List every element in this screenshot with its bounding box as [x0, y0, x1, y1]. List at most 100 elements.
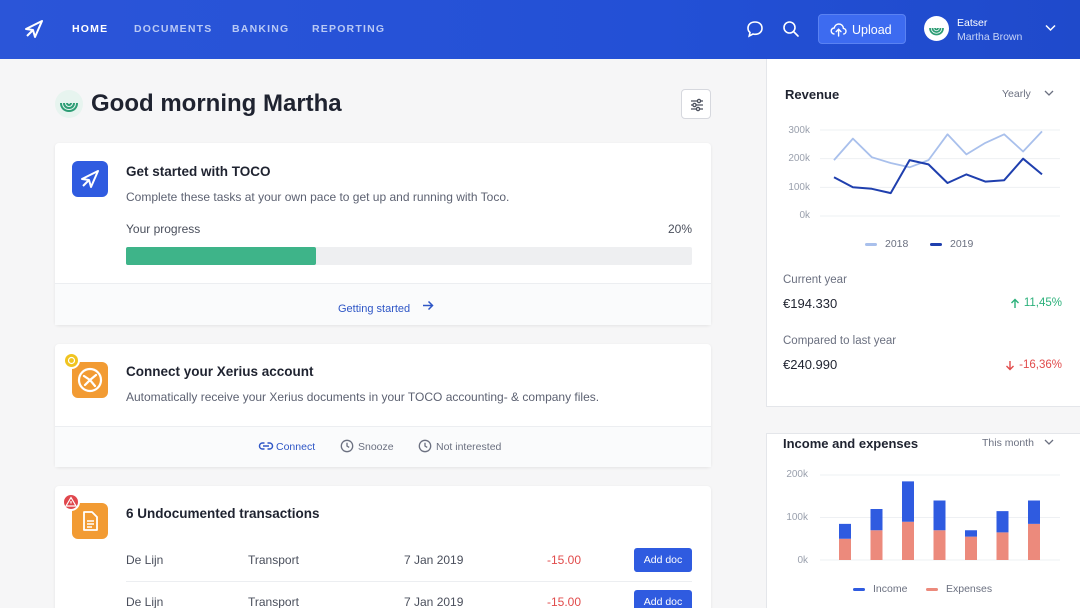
legend-2018: 2018 [865, 238, 909, 250]
chevron-down-icon [1044, 90, 1054, 96]
get-started-footer: Getting started [55, 283, 711, 325]
nav-documents[interactable]: DOCUMENTS [134, 23, 212, 35]
income-expenses-bar-chart [820, 474, 1060, 561]
progress-value: 20% [667, 222, 692, 236]
sliders-icon [691, 98, 703, 112]
getting-started-label: Getting started [338, 303, 411, 315]
legend-expenses: Expenses [926, 583, 993, 595]
upload-button[interactable]: Upload [818, 14, 906, 44]
xerius-footer: Connect Snooze Not interested [55, 426, 711, 467]
clock-icon [418, 439, 432, 453]
not-interested-label: Not interested [436, 441, 502, 453]
transaction-payee: De Lijn [126, 553, 164, 567]
revenue-y-tick: 300k [788, 125, 810, 136]
snooze-button[interactable]: Snooze [340, 439, 394, 453]
expenses-bar [870, 530, 883, 560]
company-badge-icon [55, 90, 83, 118]
transactions-title: 6 Undocumented transactions [126, 506, 320, 521]
xerius-title: Connect your Xerius account [126, 364, 314, 379]
compared-change-value: -16,36% [1019, 359, 1062, 371]
revenue-y-tick: 200k [788, 153, 810, 164]
income-bar [870, 509, 883, 531]
income-bar [965, 530, 977, 537]
income-y-tick: 100k [786, 512, 808, 523]
not-interested-button[interactable]: Not interested [418, 439, 502, 453]
compared-change: -16,36% [1006, 359, 1062, 371]
warning-icon [62, 493, 80, 511]
income-bar [996, 511, 1009, 533]
get-started-title: Get started with TOCO [126, 164, 271, 179]
progress-bar-fill [126, 247, 316, 265]
nav-reporting[interactable]: REPORTING [312, 23, 385, 35]
compared-label: Compared to last year [783, 335, 897, 347]
current-year-value: €194.330 [783, 296, 838, 311]
income-bar [933, 500, 946, 531]
top-navigation-bar: HOME DOCUMENTS BANKING REPORTING Upload … [0, 0, 1080, 59]
arrow-right-icon [423, 300, 434, 311]
progress-bar [126, 247, 692, 265]
income-bar [902, 481, 914, 522]
connect-button[interactable]: Connect [258, 441, 316, 453]
legend-expenses-label: Expenses [946, 583, 993, 595]
current-year-change-value: 11,45% [1023, 297, 1062, 309]
income-period-value: This month [982, 437, 1034, 449]
transaction-amount: -15.00 [547, 553, 582, 567]
transaction-category: Transport [248, 553, 299, 567]
avatar[interactable] [924, 16, 949, 41]
transaction-date: 7 Jan 2019 [404, 553, 464, 567]
income-expenses-title: Income and expenses [783, 436, 919, 451]
legend-2019: 2019 [930, 238, 974, 250]
arrow-down-icon [1006, 361, 1015, 371]
expenses-bar [1028, 523, 1040, 560]
expenses-bar [996, 532, 1009, 560]
link-icon [258, 442, 274, 450]
add-doc-button[interactable]: Add doc [634, 548, 692, 572]
nav-home[interactable]: HOME [72, 23, 108, 35]
revenue-line-chart [820, 129, 1060, 217]
arrow-up-icon [1010, 298, 1019, 308]
transaction-payee: De Lijn [126, 595, 164, 608]
revenue-title: Revenue [785, 87, 840, 102]
revenue-series-2019 [833, 157, 1043, 195]
transaction-amount: -15.00 [547, 595, 582, 608]
expenses-bar [902, 521, 914, 560]
get-started-description: Complete these tasks at your own pace to… [126, 190, 510, 204]
add-doc-button[interactable]: Add doc [634, 590, 692, 608]
nav-banking[interactable]: BANKING [232, 23, 289, 35]
income-y-tick: 200k [786, 469, 808, 480]
chat-icon[interactable] [745, 19, 765, 39]
legend-2019-label: 2019 [950, 238, 974, 250]
user-company: Eatser [957, 17, 988, 29]
revenue-y-tick: 100k [788, 182, 810, 193]
chevron-down-icon [1044, 439, 1054, 445]
current-year-label: Current year [783, 274, 847, 286]
toco-logo-icon [72, 161, 108, 197]
page-title: Good morning Martha [91, 90, 342, 117]
progress-label: Your progress [126, 222, 201, 236]
search-icon[interactable] [781, 19, 801, 39]
compared-value: €240.990 [783, 357, 838, 372]
coin-badge-icon [63, 352, 80, 369]
connect-label: Connect [276, 441, 316, 453]
expenses-bar [965, 536, 977, 560]
upload-button-label: Upload [852, 23, 892, 37]
transaction-category: Transport [248, 595, 299, 608]
getting-started-link[interactable]: Getting started [338, 299, 434, 317]
legend-income-label: Income [873, 583, 908, 595]
chevron-down-icon[interactable] [1045, 24, 1056, 32]
app-logo-icon[interactable] [24, 19, 44, 39]
xerius-card: Connect your Xerius account Automaticall… [55, 344, 711, 467]
legend-2018-label: 2018 [885, 238, 909, 250]
income-y-tick: 0k [797, 555, 808, 566]
user-name: Martha Brown [957, 31, 1023, 43]
xerius-description: Automatically receive your Xerius docume… [126, 390, 600, 404]
clock-icon [340, 439, 354, 453]
transaction-date: 7 Jan 2019 [404, 595, 464, 608]
transactions-card: 6 Undocumented transactions De Lijn Tran… [55, 486, 711, 608]
snooze-label: Snooze [358, 441, 394, 453]
income-bar [839, 523, 851, 539]
settings-button[interactable] [681, 89, 711, 119]
expenses-bar [839, 538, 851, 560]
expenses-bar [933, 530, 946, 560]
revenue-series-2018 [833, 130, 1043, 169]
